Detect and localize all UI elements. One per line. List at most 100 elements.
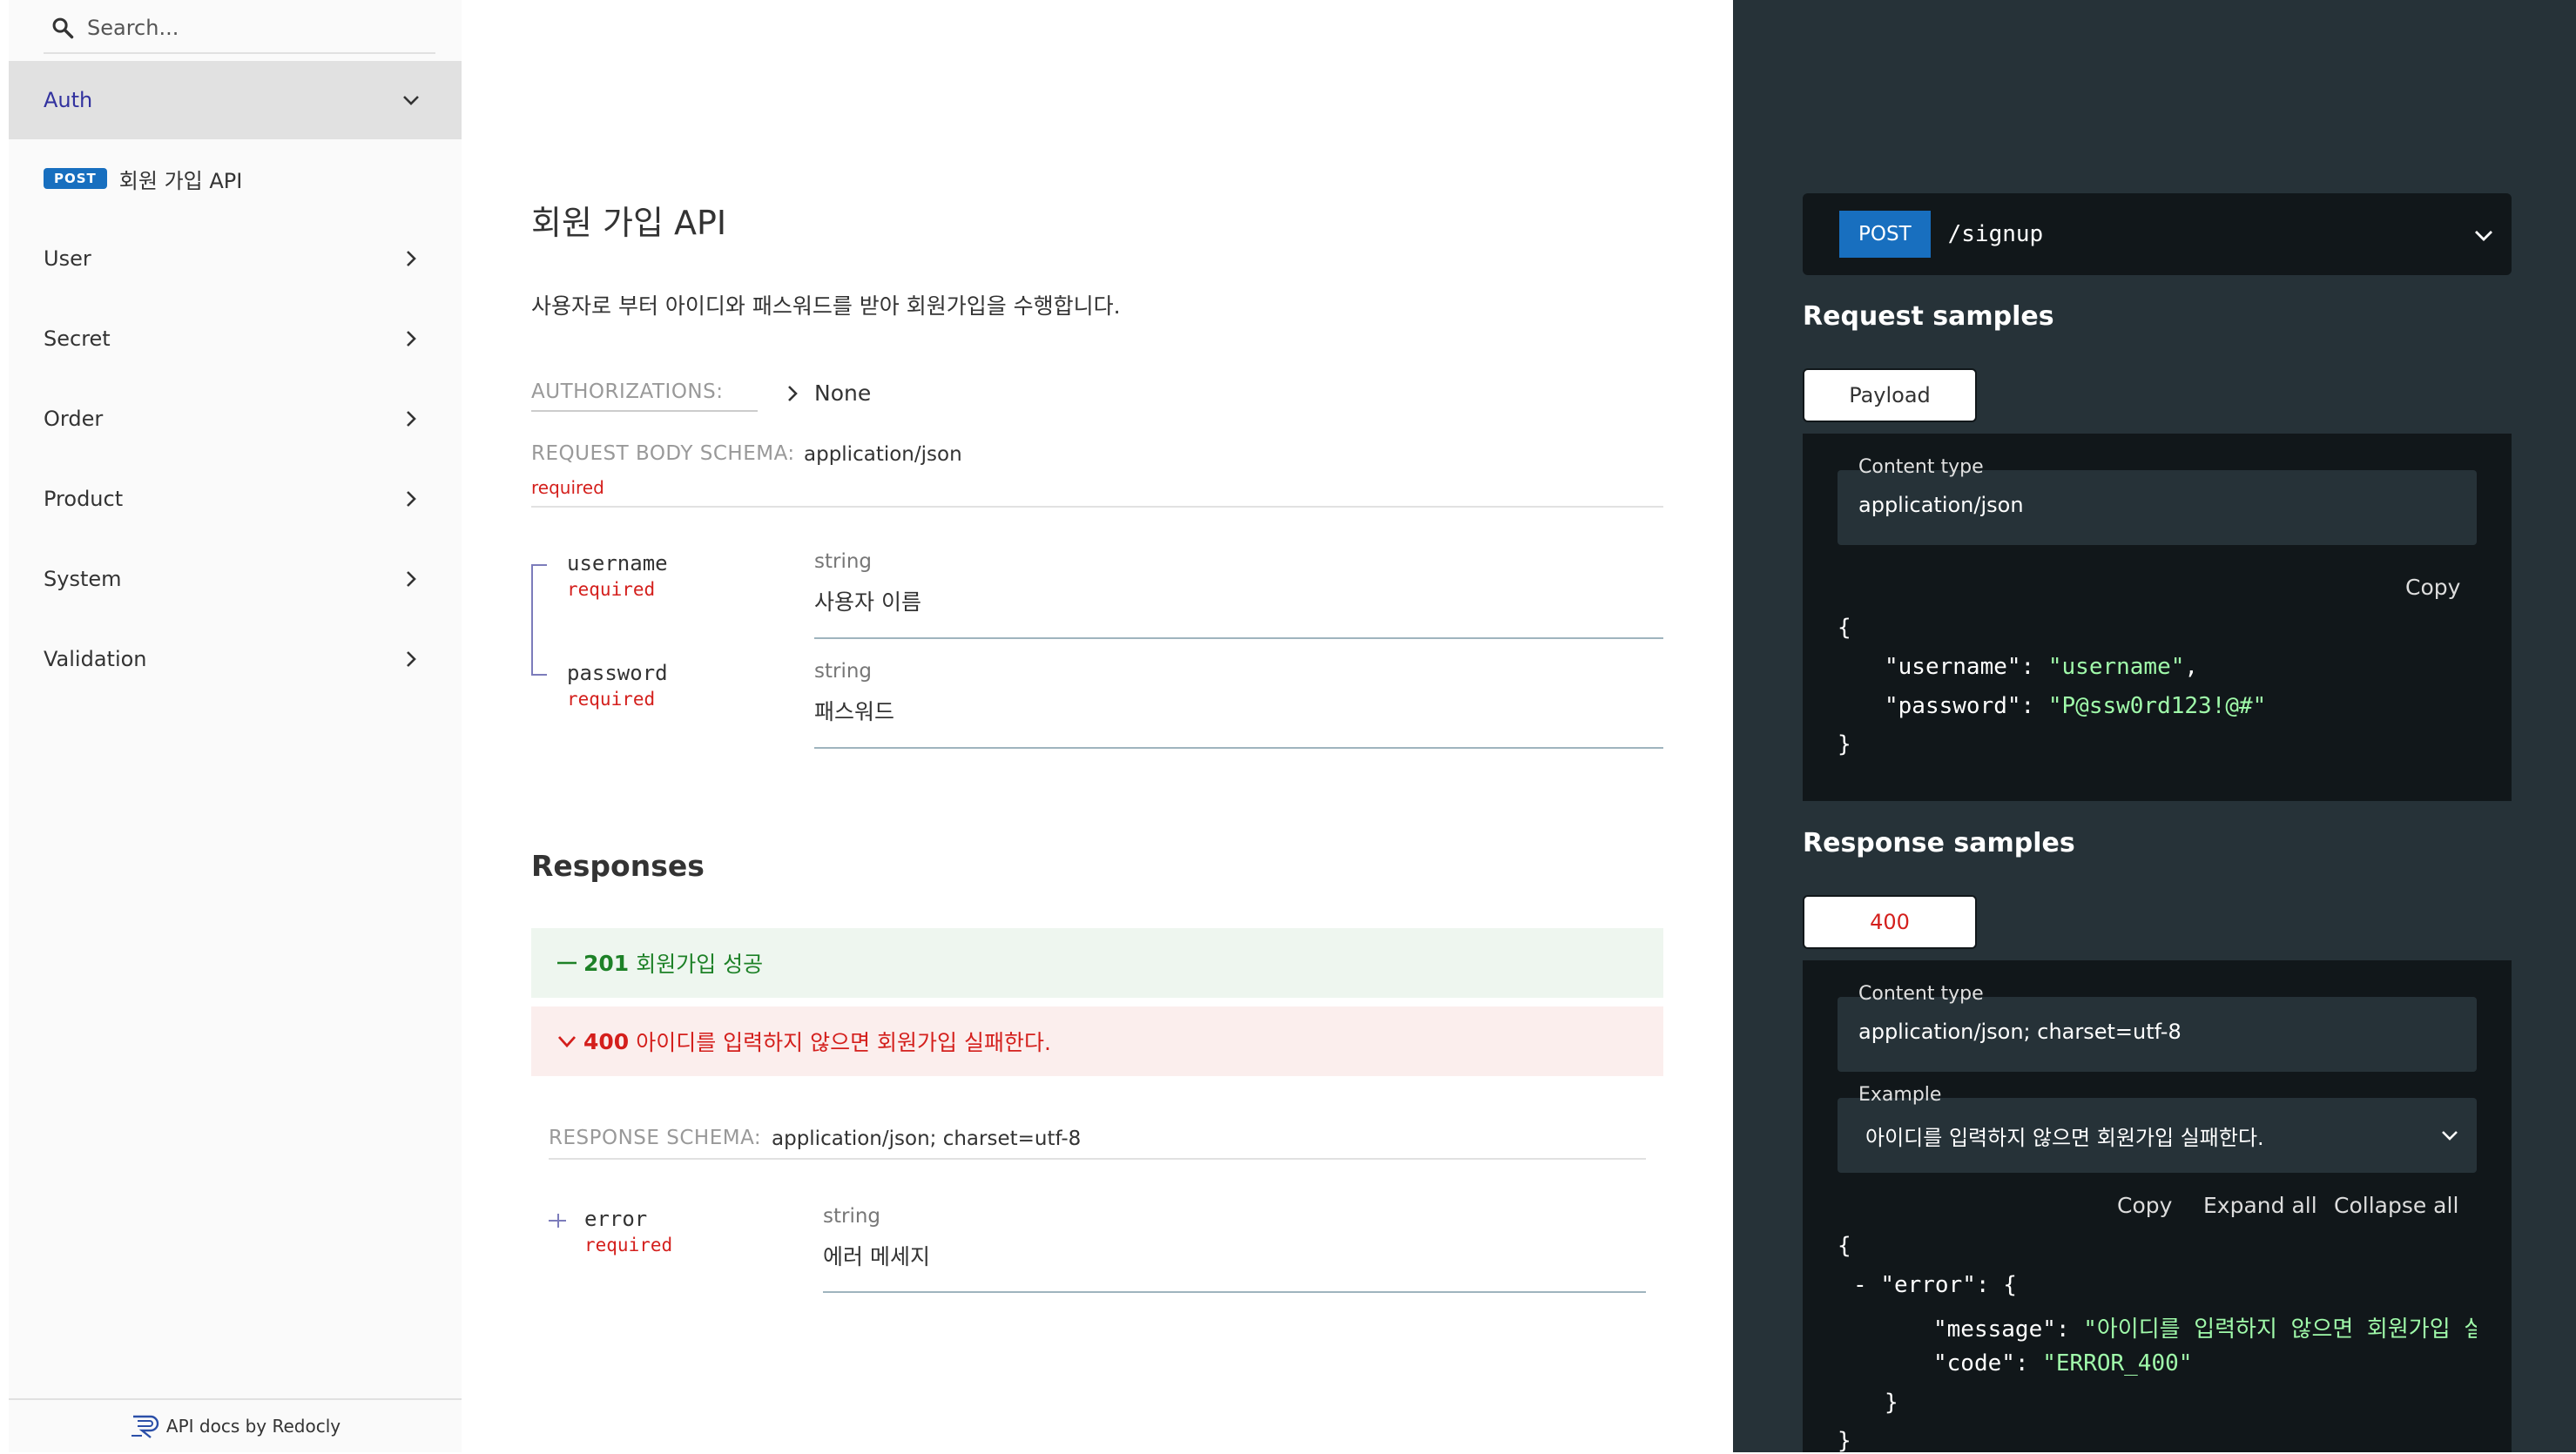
endpoint-path: /signup	[1947, 221, 2044, 247]
sidebar-item-label: Secret	[44, 326, 111, 351]
divider	[814, 637, 1663, 639]
tab-response-400[interactable]: 400	[1803, 895, 1977, 949]
code-string: "ERROR_400"	[2042, 1350, 2193, 1377]
tab-payload[interactable]: Payload	[1803, 368, 1977, 422]
responses-title: Responses	[531, 849, 705, 883]
tree-line	[531, 564, 547, 566]
post-method-badge: POST	[44, 168, 107, 189]
divider	[549, 1158, 1646, 1160]
content-type-select[interactable]: Content type application/json	[1838, 456, 2477, 545]
search-input[interactable]	[85, 7, 428, 49]
authorizations-value: None	[814, 380, 872, 406]
endpoint-selector[interactable]: POST /signup	[1803, 193, 2512, 275]
response-code: 201	[583, 950, 630, 976]
sidebar-item-label: System	[44, 567, 122, 591]
request-samples-title: Request samples	[1803, 301, 2054, 332]
code-key: "error"	[1880, 1272, 1976, 1298]
tree-line	[531, 674, 547, 676]
field-type: string	[814, 550, 873, 573]
field-required: required	[567, 689, 656, 710]
sidebar-item-secret[interactable]: Secret	[9, 300, 462, 378]
collapse-toggle[interactable]: -	[1853, 1272, 1867, 1298]
request-body-required: required	[531, 477, 604, 498]
chevron-right-icon	[407, 331, 416, 347]
response-description: 회원가입 성공	[636, 952, 764, 977]
example-select[interactable]: Example 아이디를 입력하지 않으면 회원가입 실패한다.	[1838, 1084, 2477, 1173]
field-description: 에러 메세지	[823, 1244, 930, 1269]
copy-button[interactable]: Copy	[2117, 1193, 2172, 1218]
request-body-content-type: application/json	[804, 443, 962, 466]
http-method-badge: POST	[1839, 211, 1931, 258]
code-string: "P@ssw0rd123!@#"	[2047, 693, 2267, 719]
redocly-footer-link[interactable]: API docs by Redocly	[9, 1398, 462, 1452]
code-key: "message"	[1933, 1316, 2056, 1343]
operation-description: 사용자로 부터 아이디와 패스워드를 받아 회원가입을 수행합니다.	[531, 293, 1121, 319]
chevron-right-icon	[407, 491, 416, 507]
response-schema-label: RESPONSE SCHEMA:	[549, 1127, 762, 1149]
sidebar-item-product[interactable]: Product	[9, 460, 462, 538]
sidebar-item-auth[interactable]: Auth	[9, 61, 462, 139]
sidebar-item-user[interactable]: User	[9, 219, 462, 298]
code-brace: }	[1838, 1428, 1851, 1454]
collapse-all-button[interactable]: Collapse all	[2334, 1193, 2458, 1218]
content-type-value: application/json	[1858, 493, 2024, 517]
code-brace: {	[1838, 615, 1851, 641]
sidebar-item-label: Validation	[44, 647, 147, 671]
search-box	[44, 0, 435, 54]
response-sample-panel: Content type application/json; charset=u…	[1803, 960, 2512, 1454]
code-line-message: "message": "아이디를 입력하지 않으면 회원가입 실패	[1933, 1311, 2477, 1343]
sidebar: Auth POST 회원 가입 API User Secret Order Pr…	[9, 0, 462, 1452]
field-required: required	[584, 1235, 673, 1255]
sidebar-item-validation[interactable]: Validation	[9, 620, 462, 698]
content-type-select[interactable]: Content type application/json; charset=u…	[1838, 983, 2477, 1072]
content-type-label: Content type	[1858, 983, 1984, 1005]
main-content: 회원 가입 API 사용자로 부터 아이디와 패스워드를 받아 회원가입을 수행…	[462, 0, 1733, 1452]
chevron-right-icon	[407, 251, 416, 266]
field-name-password: password	[567, 661, 668, 685]
page-title: 회원 가입 API	[531, 204, 727, 242]
sidebar-item-label: Order	[44, 407, 104, 431]
response-code: 400	[583, 1028, 630, 1054]
field-description: 사용자 이름	[814, 589, 921, 615]
tree-line	[557, 1214, 559, 1228]
response-description: 아이디를 입력하지 않으면 회원가입 실패한다.	[636, 1030, 1051, 1055]
authorizations-toggle[interactable]: AUTHORIZATIONS:	[531, 380, 798, 412]
search-icon	[52, 17, 74, 39]
request-sample-panel: Content type application/json Copy { "us…	[1803, 434, 2512, 801]
sidebar-item-order[interactable]: Order	[9, 380, 462, 458]
code-key: "username"	[1885, 654, 2021, 680]
chevron-down-icon	[2475, 231, 2492, 241]
code-string: "아이디를 입력하지 않으면 회원가입 실패	[2083, 1316, 2477, 1343]
footer-text: API docs by Redocly	[165, 1416, 341, 1437]
sidebar-item-label: User	[44, 246, 91, 271]
chevron-right-icon	[407, 411, 416, 427]
copy-button[interactable]: Copy	[2405, 575, 2460, 600]
chevron-down-icon	[2442, 1131, 2458, 1141]
sidebar-item-label: Auth	[44, 88, 93, 112]
field-description: 패스워드	[814, 699, 895, 724]
code-key: "password"	[1885, 693, 2021, 719]
sidebar-item-signup-api[interactable]: POST 회원 가입 API	[9, 139, 462, 218]
sidebar-item-system[interactable]: System	[9, 540, 462, 618]
code-brace: {	[1838, 1233, 1851, 1259]
field-type: string	[823, 1205, 881, 1228]
response-samples-title: Response samples	[1803, 828, 2075, 858]
field-type: string	[814, 660, 873, 683]
response-201-row[interactable]: 201 회원가입 성공	[531, 928, 1663, 998]
divider	[531, 506, 1663, 508]
code-key: "code"	[1933, 1350, 2015, 1377]
request-body-schema-label: REQUEST BODY SCHEMA:	[531, 442, 795, 465]
field-name-username: username	[567, 551, 668, 576]
chevron-right-icon	[788, 386, 798, 401]
code-string: "username"	[2047, 654, 2185, 680]
chevron-right-icon	[407, 571, 416, 587]
redocly-logo-icon	[131, 1415, 159, 1438]
code-brace: }	[1838, 731, 1851, 757]
minus-icon	[557, 961, 577, 965]
field-required: required	[567, 579, 656, 600]
tree-line	[531, 564, 533, 674]
code-brace: {	[2003, 1272, 2017, 1298]
expand-all-button[interactable]: Expand all	[2203, 1193, 2317, 1218]
content-type-value: application/json; charset=utf-8	[1858, 1020, 2182, 1044]
response-400-row[interactable]: 400 아이디를 입력하지 않으면 회원가입 실패한다.	[531, 1006, 1663, 1076]
